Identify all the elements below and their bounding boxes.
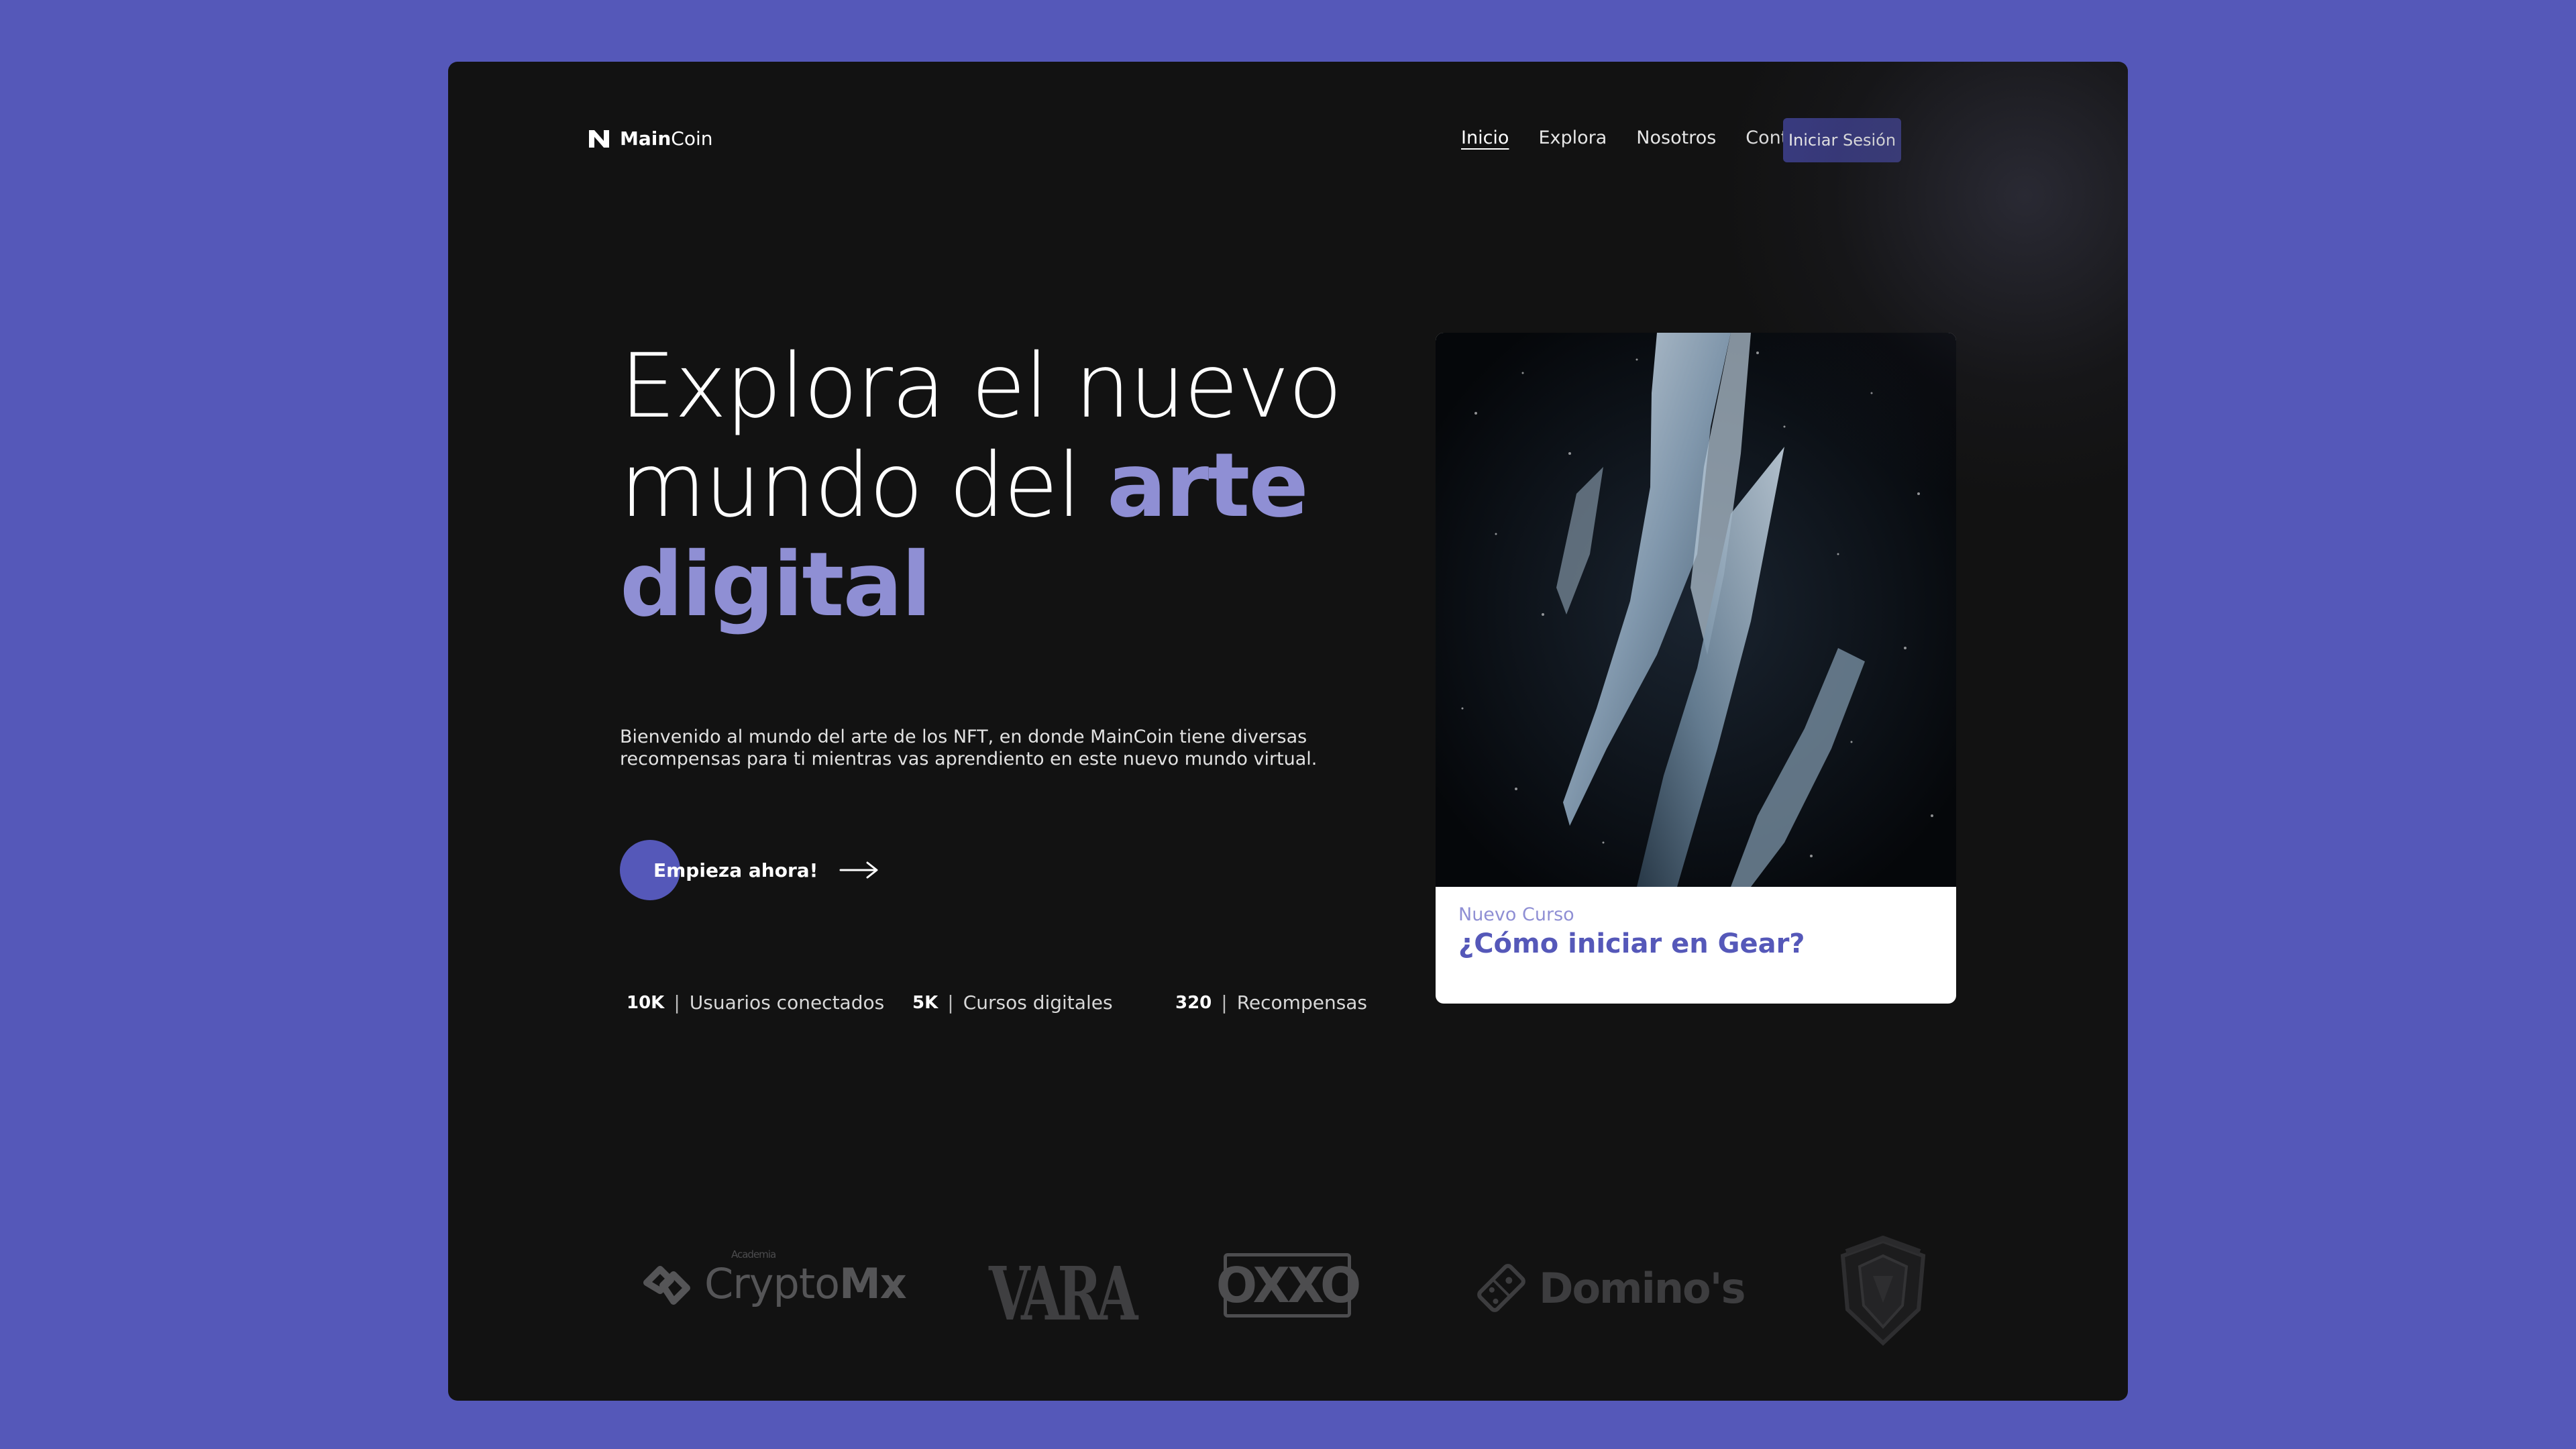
oxxo-logo: OXXO [1216, 1253, 1361, 1318]
start-now-button[interactable]: Empieza ahora! [620, 840, 879, 900]
stat-value: 5K [912, 992, 938, 1013]
cta-label: Empieza ahora! [653, 859, 818, 881]
nav-item-explora[interactable]: Explora [1538, 127, 1607, 148]
cryptomx-wordmark: Academia CryptoMx [704, 1248, 907, 1308]
stat-rewards: 320 | Recompensas [1175, 991, 1367, 1014]
arrow-right-icon [839, 861, 878, 879]
nft-artwork-image [1436, 333, 1956, 887]
nav-item-nosotros[interactable]: Nosotros [1636, 127, 1716, 148]
course-title[interactable]: ¿Cómo iniciar en Gear? [1458, 928, 1805, 959]
brand-logo[interactable]: MainCoin [588, 127, 713, 150]
cryptomx-academia: Academia [731, 1248, 776, 1260]
main-nav: Inicio Explora Nosotros Contenido [1461, 127, 1838, 148]
brand-name-light: Coin [671, 127, 713, 150]
stat-label: Cursos digitales [963, 991, 1113, 1014]
stat-separator: | [674, 991, 680, 1014]
stat-label: Usuarios conectados [689, 991, 885, 1014]
brand-name-bold: Main [620, 127, 672, 150]
stat-users: 10K | Usuarios conectados [627, 991, 912, 1014]
stat-courses: 5K | Cursos digitales [912, 991, 1175, 1014]
partner-logos: Academia CryptoMx VARA OXXO Domino's [448, 1202, 2128, 1346]
stat-value: 10K [627, 992, 665, 1013]
shield-crest-icon [1840, 1235, 1926, 1346]
course-kicker: Nuevo Curso [1458, 904, 1574, 925]
cryptomx-word-light: Crypto [704, 1258, 840, 1308]
dominos-logo: Domino's [1474, 1261, 1746, 1315]
hero-headline: Explora el nuevo mundo del arte digital [620, 337, 1391, 635]
login-button[interactable]: Iniciar Sesión [1783, 118, 1901, 162]
maincoin-logo-icon [589, 129, 609, 148]
cryptomx-mark-icon [643, 1266, 690, 1305]
cryptomx-word-bold: Mx [839, 1258, 907, 1308]
landing-page-frame: MainCoin Inicio Explora Nosotros Conteni… [448, 62, 2128, 1401]
stat-separator: | [1221, 991, 1228, 1014]
stats-row: 10K | Usuarios conectados 5K | Cursos di… [627, 991, 1367, 1014]
featured-course-card[interactable]: Nuevo Curso ¿Cómo iniciar en Gear? [1436, 333, 1956, 1004]
vara-logo: VARA [989, 1250, 1138, 1337]
nav-item-inicio[interactable]: Inicio [1461, 127, 1509, 148]
stat-separator: | [947, 991, 954, 1014]
stat-value: 320 [1175, 992, 1212, 1013]
hero-description: Bienvenido al mundo del arte de los NFT,… [620, 727, 1318, 769]
cryptomx-logo: Academia CryptoMx [633, 1248, 907, 1311]
crest-logo [1833, 1235, 1933, 1352]
stat-label: Recompensas [1236, 991, 1368, 1014]
domino-tile-icon [1477, 1264, 1525, 1312]
dominos-wordmark: Domino's [1539, 1263, 1746, 1313]
